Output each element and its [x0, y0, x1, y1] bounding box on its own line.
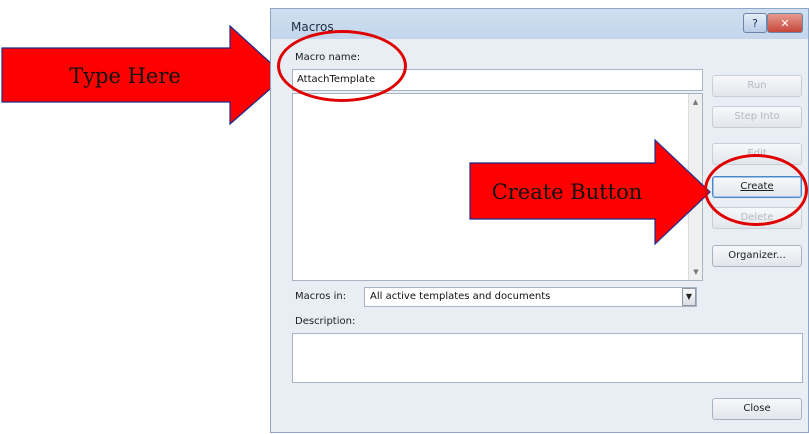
macro-name-highlight-oval: [277, 30, 407, 102]
create-button-label: Create Button: [491, 180, 643, 204]
create-button-highlight-oval: [704, 154, 808, 226]
